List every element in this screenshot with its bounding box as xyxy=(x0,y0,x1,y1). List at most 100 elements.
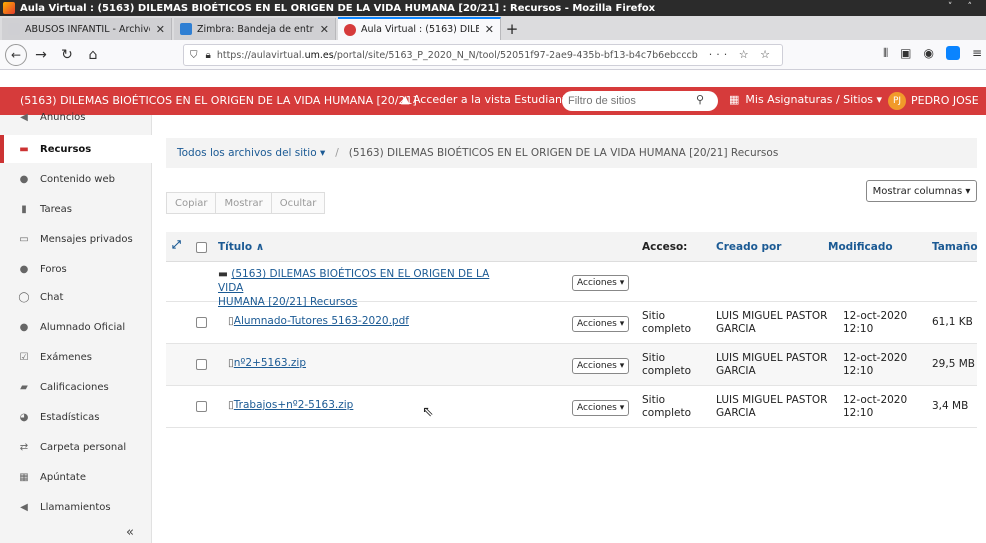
tab-zimbra[interactable]: Zimbra: Bandeja de entrada ✕ xyxy=(174,18,336,40)
user-name[interactable]: PEDRO JOSE xyxy=(911,94,979,107)
window-title: Aula Virtual : (5163) DILEMAS BIOÉTICOS … xyxy=(20,2,656,14)
my-sites-button[interactable]: ▦ Mis Asignaturas / Sitios ▾ xyxy=(729,93,882,106)
search-icon[interactable]: ⚲ xyxy=(696,93,704,106)
access-cell: Sitio completo xyxy=(642,394,692,419)
row-checkbox[interactable] xyxy=(196,401,207,412)
sidebar-item-recursos[interactable]: ▬ Recursos xyxy=(0,135,152,163)
home-button[interactable]: ⌂ xyxy=(81,43,105,67)
sidebar-icon[interactable]: ▣ xyxy=(900,46,911,61)
page-actions[interactable]: ··· ☆ ☆ xyxy=(709,48,774,61)
sidebar-item-contenido-web[interactable]: ● Contenido web xyxy=(0,165,152,193)
extension-icon[interactable]: ◉ xyxy=(923,46,933,61)
account-icon[interactable] xyxy=(945,46,960,60)
reload-button[interactable]: ↻ xyxy=(55,43,79,67)
sidebar-item-label: Apúntate xyxy=(40,471,86,483)
show-button[interactable]: Mostrar xyxy=(215,192,272,214)
menu-icon[interactable]: ≡ xyxy=(972,46,982,61)
file-link[interactable]: ▯nº2+5163.zip xyxy=(228,357,306,369)
file-link[interactable]: ▯Trabajos+nº2-5163.zip xyxy=(228,399,353,411)
close-icon[interactable]: ✕ xyxy=(320,23,329,36)
actions-dropdown[interactable]: Acciones ▾ xyxy=(572,358,630,374)
megaphone-icon: ◀ xyxy=(20,501,28,513)
row-checkbox[interactable] xyxy=(196,317,207,328)
table-row: ▯Trabajos+nº2-5163.zip Acciones ▾ Sitio c… xyxy=(166,386,977,428)
tab-aula-virtual[interactable]: Aula Virtual : (5163) DILEMAS ✕ xyxy=(338,17,501,40)
row-checkbox[interactable] xyxy=(196,359,207,370)
tab-abusos[interactable]: ABUSOS INFANTIL - Archivos ✕ xyxy=(2,18,172,40)
shield-icon[interactable]: ⛉ xyxy=(190,50,198,61)
header-created-by[interactable]: Creado por xyxy=(716,241,781,253)
header-access: Acceso: xyxy=(642,241,688,253)
window-controls[interactable]: ˅ ˄ xyxy=(948,2,978,12)
site-title[interactable]: (5163) DILEMAS BIOÉTICOS EN EL ORIGEN DE… xyxy=(20,94,417,107)
sidebar-item-foros[interactable]: ● Foros xyxy=(0,255,152,283)
size-cell: 3,4 MB xyxy=(932,400,969,412)
forward-button[interactable]: → xyxy=(29,43,53,67)
exchange-icon: ⇄ xyxy=(19,441,29,453)
creator-cell: LUIS MIGUEL PASTOR GARCIA xyxy=(716,352,828,377)
inbox-icon: ▭ xyxy=(19,233,29,245)
sidebar-item-examenes[interactable]: ☑ Exámenes xyxy=(0,343,152,371)
tab-label: Zimbra: Bandeja de entrada xyxy=(197,23,314,35)
actions-dropdown[interactable]: Acciones ▾ xyxy=(572,275,630,291)
sidebar-item-carpeta[interactable]: ⇄ Carpeta personal xyxy=(0,433,152,461)
sidebar-item-anuncios[interactable]: ◀ Anuncios xyxy=(0,109,152,125)
show-columns-button[interactable]: Mostrar columnas ▾ xyxy=(866,180,977,202)
table-header: ⤢ Título ∧ Acceso: Creado por Modificado… xyxy=(166,232,978,262)
user-icon: ▲ xyxy=(401,93,413,106)
toolbar-right: ⫴ ▣ ◉ ≡ xyxy=(883,46,982,61)
actions-dropdown[interactable]: Acciones ▾ xyxy=(572,400,630,416)
modified-cell: 12-oct-2020 12:10 xyxy=(843,310,908,335)
breadcrumb-current: (5163) DILEMAS BIOÉTICOS EN EL ORIGEN DE… xyxy=(348,147,779,159)
sidebar-item-alumnado[interactable]: ● Alumnado Oficial xyxy=(0,313,152,341)
close-icon[interactable]: ✕ xyxy=(156,23,165,36)
creator-cell: LUIS MIGUEL PASTOR GARCIA xyxy=(716,394,828,419)
hide-button[interactable]: Ocultar xyxy=(270,192,326,214)
firefox-icon xyxy=(3,2,15,14)
sidebar-item-label: Recursos xyxy=(40,143,92,155)
size-cell: 61,1 KB xyxy=(932,316,973,328)
file-link[interactable]: ▯Alumnado-Tutores 5163-2020.pdf xyxy=(228,315,409,327)
sidebar-item-mensajes[interactable]: ▭ Mensajes privados xyxy=(0,225,152,253)
expand-icon[interactable]: ⤢ xyxy=(172,238,181,252)
select-all-checkbox[interactable] xyxy=(196,242,207,253)
sidebar-item-apuntate[interactable]: ▦ Apúntate xyxy=(0,463,152,491)
new-tab-button[interactable]: + xyxy=(501,18,523,40)
back-button[interactable]: ← xyxy=(5,43,27,66)
um-icon xyxy=(344,23,356,36)
sidebar-item-label: Calificaciones xyxy=(40,381,109,393)
sidebar-item-calificaciones[interactable]: ▰ Calificaciones xyxy=(0,373,152,401)
sidebar-item-estadisticas[interactable]: ◕ Estadísticas xyxy=(0,403,152,431)
mouse-cursor-icon: ⇖ xyxy=(422,404,434,420)
sidebar-item-label: Contenido web xyxy=(40,173,115,185)
url-bar[interactable]: ⛉ 🔒︎ https://aulavirtual.um.es/portal/si… xyxy=(183,44,783,66)
collapse-sidebar-button[interactable]: « xyxy=(126,525,134,540)
site-filter-input[interactable] xyxy=(562,91,718,111)
sidebar-item-llamamientos[interactable]: ◀ Llamamientos xyxy=(0,493,152,521)
sidebar-item-chat[interactable]: ◯ Chat xyxy=(0,283,152,311)
book-icon: ▰ xyxy=(20,381,28,393)
copy-button[interactable]: Copiar xyxy=(166,192,217,214)
avatar[interactable]: PJ xyxy=(888,92,906,110)
actions-dropdown[interactable]: Acciones ▾ xyxy=(572,316,630,332)
library-icon[interactable]: ⫴ xyxy=(883,46,888,61)
modified-cell: 12-oct-2020 12:10 xyxy=(843,352,908,377)
bulk-actions: Copiar Mostrar Ocultar xyxy=(166,192,326,214)
header-modified[interactable]: Modificado xyxy=(828,241,893,253)
header-size[interactable]: Tamaño xyxy=(932,241,978,253)
sidebar-item-label: Chat xyxy=(40,291,64,303)
grid-icon: ▦ xyxy=(729,93,740,106)
student-view-link[interactable]: ▲ Acceder a la vista Estudiante xyxy=(401,93,573,106)
breadcrumb-root[interactable]: Todos los archivos del sitio ▾ xyxy=(177,147,325,159)
creator-cell: LUIS MIGUEL PASTOR GARCIA xyxy=(716,310,828,335)
users-icon: ● xyxy=(19,321,29,333)
close-icon[interactable]: ✕ xyxy=(485,23,494,36)
header-title[interactable]: Título ∧ xyxy=(218,241,264,253)
sidebar-item-label: Carpeta personal xyxy=(40,441,127,453)
lock-icon[interactable]: 🔒︎ xyxy=(206,50,211,61)
sidebar-item-label: Foros xyxy=(40,263,67,275)
forum-icon: ● xyxy=(19,263,29,275)
tab-label: Aula Virtual : (5163) DILEMAS xyxy=(361,24,479,35)
calendar-icon: ▦ xyxy=(19,471,29,483)
sidebar-item-tareas[interactable]: ▮ Tareas xyxy=(0,195,152,223)
